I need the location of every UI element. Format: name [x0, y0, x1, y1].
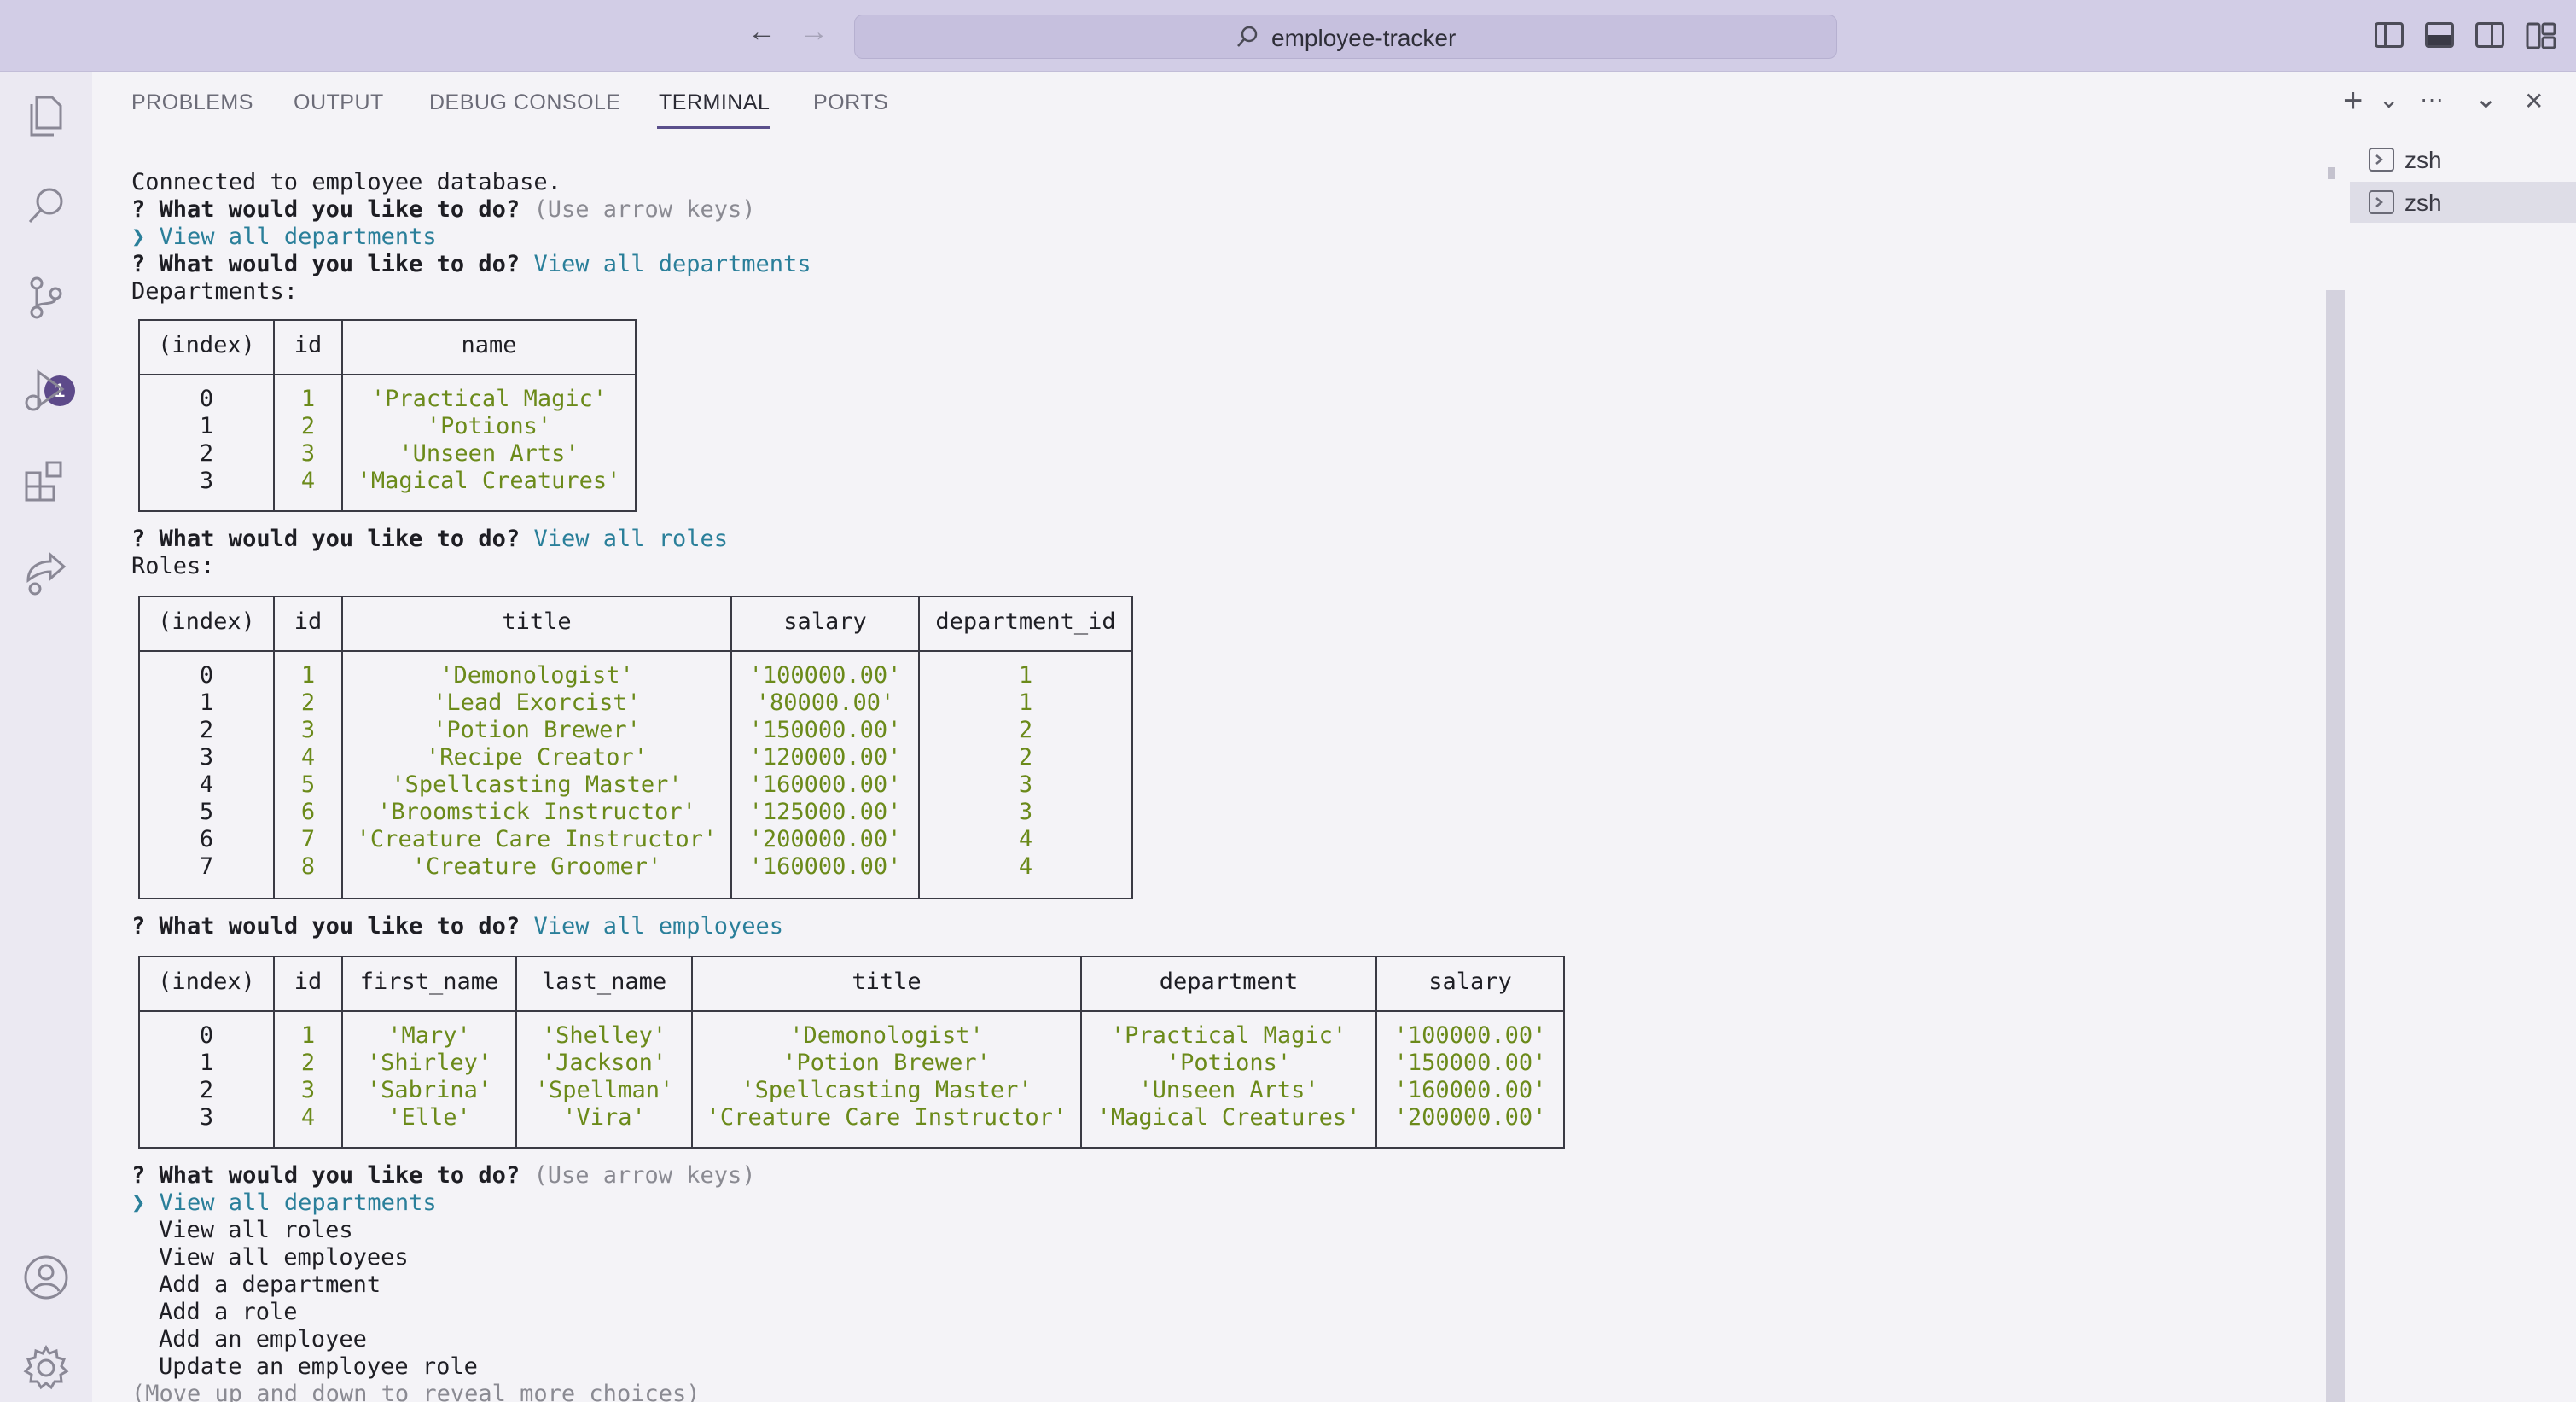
active-tab-indicator [657, 126, 770, 129]
table-column: id 1 2 3 4 [275, 321, 343, 510]
table-column: id 1 2 3 4 [275, 957, 343, 1147]
customize-layout-icon[interactable] [2526, 22, 2556, 49]
forward-arrow-icon[interactable]: → [800, 15, 829, 49]
menu-choice[interactable]: View all roles [159, 1217, 353, 1244]
tab-terminal[interactable]: TERMINAL [659, 90, 770, 115]
roles-table: (index) 0 1 2 3 4 5 6 7 id 1 2 3 4 5 6 7… [138, 596, 1133, 899]
table-column: (index) 0 1 2 3 [140, 957, 275, 1147]
departments-table: (index) 0 1 2 3 id 1 2 3 4 name 'Practic… [138, 319, 637, 512]
close-panel-icon[interactable]: ✕ [2524, 87, 2544, 115]
terminal-scrollbar[interactable] [2326, 290, 2345, 1402]
employees-table: (index) 0 1 2 3 id 1 2 3 4 first_name 'M… [138, 956, 1565, 1149]
connected-message: Connected to employee database. [131, 169, 561, 195]
prompt-hint: (Use arrow keys) [533, 196, 756, 223]
more-choices-hint: (Move up and down to reveal more choices… [131, 1381, 701, 1402]
command-center-search[interactable]: employee-tracker [854, 15, 1837, 59]
roles-label: Roles: [131, 553, 215, 579]
terminal-icon [2369, 190, 2394, 214]
title-bar: ← → employee-tracker [0, 0, 2576, 72]
table-column: salary '100000.00' '150000.00' '160000.0… [1393, 969, 1547, 1131]
table-column: (index) 0 1 2 3 [140, 321, 275, 510]
toggle-primary-sidebar-icon[interactable] [2375, 22, 2404, 48]
terminal-name: zsh [2404, 189, 2442, 216]
table-column: id 1 2 3 4 5 6 7 8 [275, 597, 343, 898]
vscode-window: ← → employee-tracker 1 PROBLEMS OUTPUT D… [0, 0, 2576, 1402]
remote-explorer-icon[interactable] [21, 550, 71, 599]
prompt-answer-line: ? What would you like to do? View all ro… [131, 526, 729, 552]
menu-choice[interactable]: Add a role [159, 1299, 298, 1326]
prompt-question: What would you like to do? [159, 196, 520, 223]
table-column: department_id 1 1 2 2 3 3 4 4 [935, 608, 1116, 880]
prompt-mark: ? [131, 196, 146, 223]
menu-choice-selected[interactable]: ❯ View all departments [131, 1190, 437, 1217]
prompt-line: ? What would you like to do? (Use arrow … [131, 1162, 756, 1189]
table-column: salary '100000.00' '80000.00' '150000.00… [732, 597, 920, 898]
menu-choice[interactable]: Update an employee role [159, 1353, 478, 1381]
toggle-secondary-sidebar-icon[interactable] [2475, 22, 2504, 48]
menu-choice[interactable]: Add a department [159, 1271, 381, 1299]
prompt-answer: View all employees [533, 913, 784, 940]
activity-bar: 1 [0, 72, 92, 1402]
prompt-answer: View all roles [533, 526, 729, 552]
terminal-name: zsh [2404, 147, 2442, 173]
prompt-answer: View all departments [533, 251, 811, 277]
menu-selected-line: ❯ View all departments [131, 224, 437, 251]
prompt-line: ? What would you like to do? (Use arrow … [131, 196, 756, 224]
tab-ports[interactable]: PORTS [813, 90, 888, 115]
terminal-dropdown-icon[interactable]: ⌄ [2379, 85, 2399, 113]
table-column: (index) 0 1 2 3 4 5 6 7 [140, 597, 275, 898]
scroll-marker [2328, 167, 2335, 179]
table-column: name 'Practical Magic' 'Potions' 'Unseen… [357, 332, 621, 494]
search-icon [1237, 26, 1258, 47]
pointer-icon: ❯ [131, 1190, 146, 1216]
search-icon[interactable] [21, 181, 71, 230]
menu-choice[interactable]: Add an employee [159, 1326, 367, 1353]
pointer-icon: ❯ [131, 224, 146, 250]
table-column: title 'Demonologist' 'Potion Brewer' 'Sp… [693, 957, 1082, 1147]
accounts-icon[interactable] [21, 1253, 71, 1302]
prompt-answer-line: ? What would you like to do? View all em… [131, 913, 784, 940]
back-arrow-icon[interactable]: ← [747, 15, 776, 49]
terminal-list-item-active[interactable]: zsh [2350, 182, 2576, 223]
maximize-panel-icon[interactable]: ⌄ [2474, 82, 2497, 114]
table-column: title 'Demonologist' 'Lead Exorcist' 'Po… [343, 597, 732, 898]
more-actions-icon[interactable]: ··· [2420, 85, 2444, 113]
table-column: last_name 'Shelley' 'Jackson' 'Spellman'… [517, 957, 693, 1147]
window-title: employee-tracker [1271, 25, 1457, 51]
departments-label: Departments: [131, 278, 299, 305]
menu-choice[interactable]: View all employees [159, 1244, 409, 1271]
run-debug-icon[interactable] [21, 365, 71, 415]
menu-selected-choice: View all departments [159, 224, 437, 250]
source-control-icon[interactable] [21, 273, 71, 323]
tab-problems[interactable]: PROBLEMS [131, 90, 253, 115]
prompt-answer-line: ? What would you like to do? View all de… [131, 251, 811, 277]
new-terminal-icon[interactable]: + [2343, 82, 2363, 120]
tab-output[interactable]: OUTPUT [294, 90, 384, 115]
extensions-icon[interactable] [21, 456, 71, 505]
table-column: first_name 'Mary' 'Shirley' 'Sabrina' 'E… [343, 957, 517, 1147]
table-column: department 'Practical Magic' 'Potions' '… [1082, 957, 1377, 1147]
terminal-list-item[interactable]: zsh [2350, 139, 2576, 180]
terminal-icon [2369, 148, 2394, 172]
tab-debug-console[interactable]: DEBUG CONSOLE [429, 90, 621, 115]
toggle-panel-icon[interactable] [2425, 22, 2454, 48]
explorer-icon[interactable] [21, 90, 71, 140]
settings-gear-icon[interactable] [21, 1343, 71, 1393]
